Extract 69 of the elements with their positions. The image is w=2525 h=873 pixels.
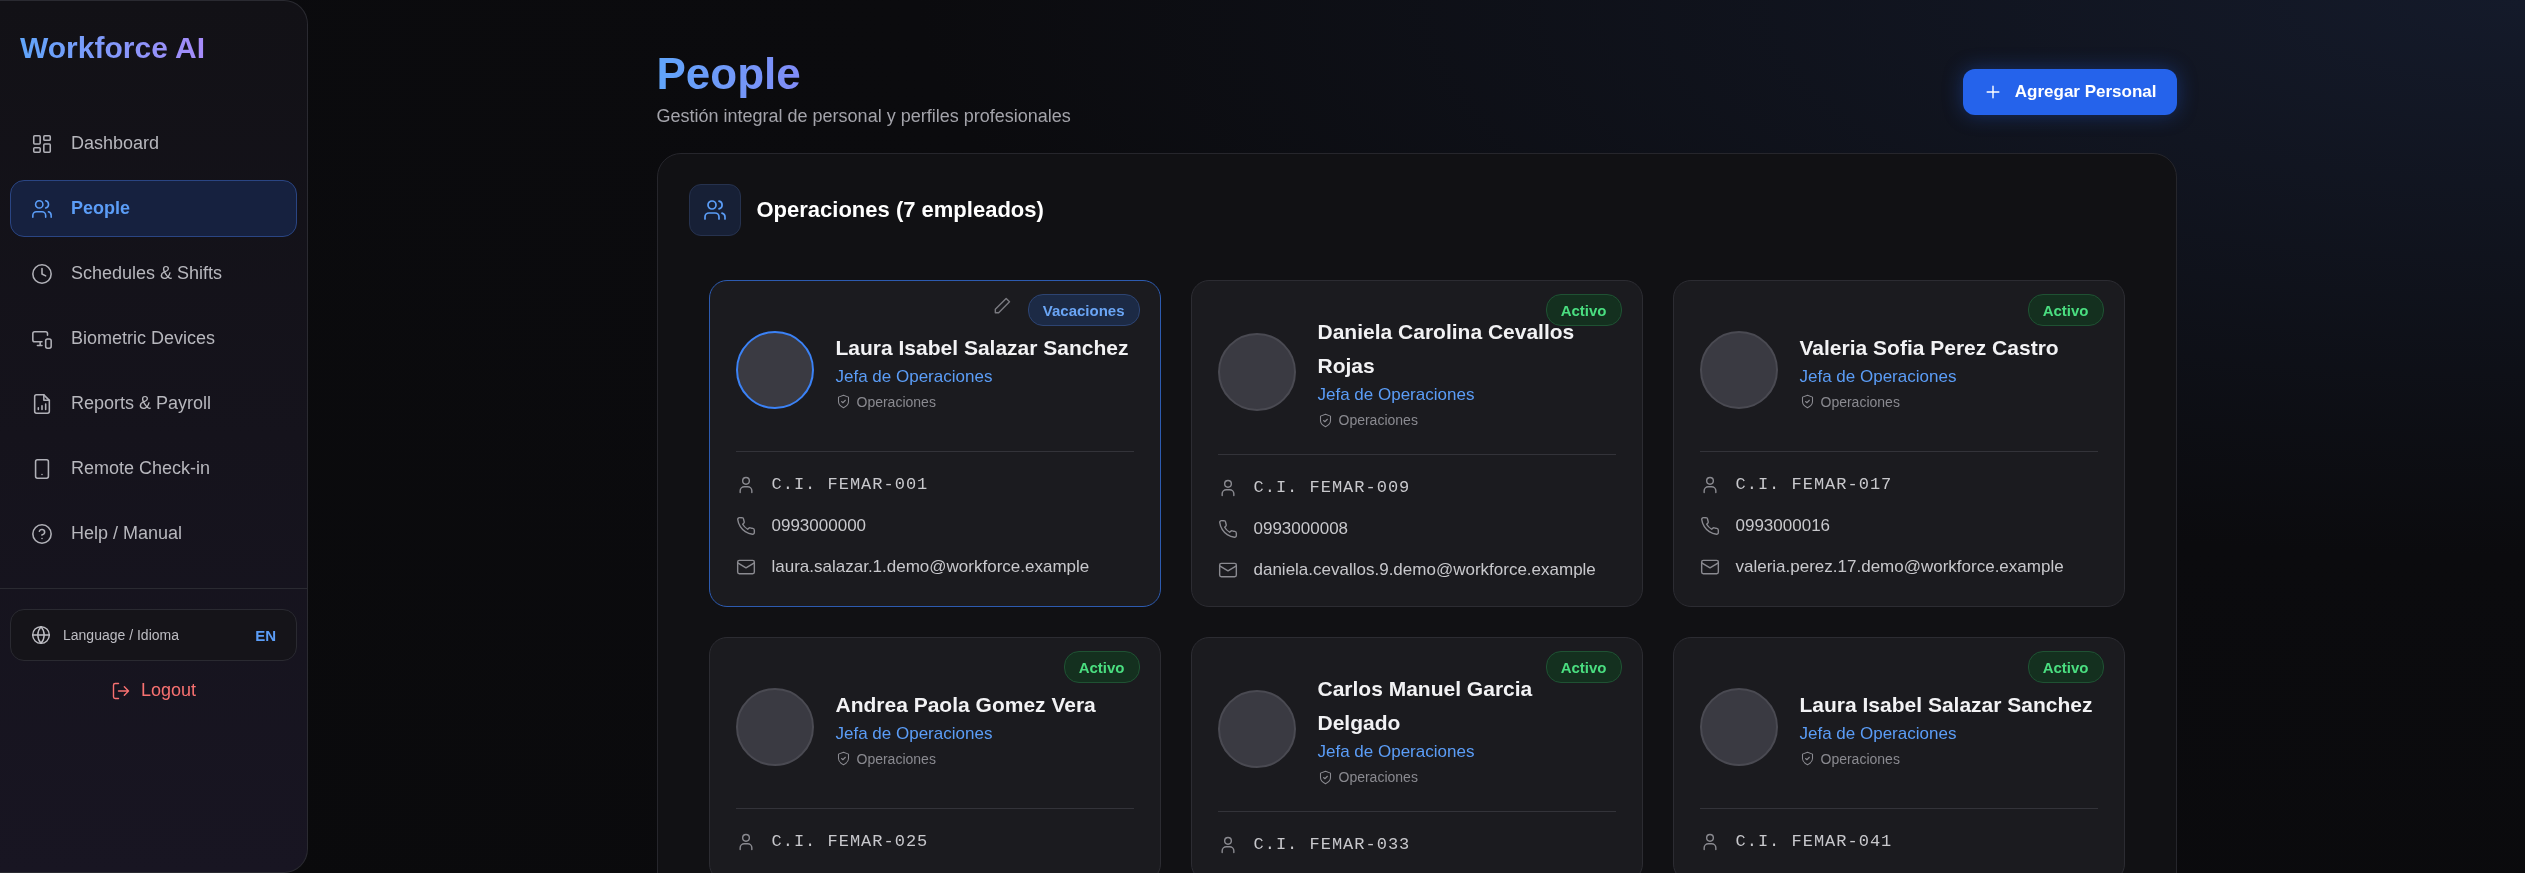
employee-role: Jefa de Operaciones xyxy=(1799,723,1958,744)
phone-number: 0993000016 xyxy=(1735,515,1831,536)
sidebar-item[interactable]: Remote Check-in xyxy=(10,440,297,497)
email-address: valeria.perez.17.demo@workforce.example xyxy=(1735,556,2064,577)
department-label: Operaciones xyxy=(1820,750,1900,767)
status-badge: Vacaciones xyxy=(1027,294,1140,326)
shield-icon xyxy=(835,751,851,766)
employee-name: Laura Isabel Salazar Sanchez xyxy=(1799,691,2093,718)
sidebar-item[interactable]: Help / Manual xyxy=(10,505,297,562)
employee-role: Jefa de Operaciones xyxy=(1317,385,1476,405)
logout-icon xyxy=(110,680,131,701)
id-number: C.I. FEMAR-009 xyxy=(1253,478,1411,497)
globe-icon xyxy=(31,625,51,645)
status-badge: Activo xyxy=(1545,651,1622,683)
employee-card[interactable]: Activo Laura Isabel Salazar Sanchez Jefa de Operaciones Operaciones C.I. FEMAR-041 xyxy=(1672,637,2125,873)
id-number: C.I. FEMAR-025 xyxy=(771,832,929,851)
users-icon xyxy=(702,198,727,222)
employee-role: Jefa de Operaciones xyxy=(835,723,994,744)
shield-icon xyxy=(835,394,851,409)
shield-icon xyxy=(1317,769,1333,785)
status-badge: Activo xyxy=(2027,294,2104,326)
employee-role: Jefa de Operaciones xyxy=(1317,742,1476,762)
department-label: Operaciones xyxy=(856,750,936,767)
employee-role: Jefa de Operaciones xyxy=(1799,366,1958,387)
department-label: Operaciones xyxy=(1820,393,1900,410)
shield-icon xyxy=(1799,751,1815,766)
employee-card[interactable]: Activo Daniela Carolina Cevallos Rojas Jefa de Operaciones Operaciones C.I. FEMAR-009 0993000008 daniela.cevallos.9.demo@workforce.example xyxy=(1190,280,1643,607)
employee-card[interactable]: Activo Valeria Sofia Perez Castro Jefa de Operaciones Operaciones C.I. FEMAR-017 0993000016 valeria.perez.17.demo@workforce.example xyxy=(1672,280,2125,607)
id-number: C.I. FEMAR-041 xyxy=(1735,832,1893,851)
add-staff-button[interactable]: Agregar Personal xyxy=(1962,69,2177,115)
employee-name: Valeria Sofia Perez Castro xyxy=(1799,334,2059,361)
employee-card[interactable]: Vacaciones Laura Isabel Salazar Sanchez Jefa de Operaciones Operaciones C.I. FEMAR-001 0993000000 laura.salazar.1.demo@workforce.example xyxy=(708,280,1161,607)
sidebar-item[interactable]: People xyxy=(10,180,297,237)
phone-number: 0993000008 xyxy=(1253,518,1349,539)
phone-icon xyxy=(1217,518,1238,539)
shield-icon xyxy=(1317,412,1333,428)
sidebar-item[interactable]: Schedules & Shifts xyxy=(10,245,297,302)
users-icon xyxy=(31,197,53,220)
sidebar-item[interactable]: Dashboard xyxy=(10,115,297,172)
employee-card[interactable]: Activo Carlos Manuel Garcia Delgado Jefa de Operaciones Operaciones C.I. FEMAR-033 xyxy=(1190,637,1643,873)
page-subtitle: Gestión integral de personal y perfiles profesionales xyxy=(656,106,1071,127)
sidebar-item[interactable]: Reports & Payroll xyxy=(10,375,297,432)
logout-button[interactable]: Logout xyxy=(104,679,203,702)
employee-name: Carlos Manuel Garcia Delgado xyxy=(1317,676,1534,736)
email-address: laura.salazar.1.demo@workforce.example xyxy=(771,556,1090,577)
email-address: daniela.cevallos.9.demo@workforce.example xyxy=(1253,559,1596,580)
department-label: Operaciones xyxy=(1338,412,1418,428)
report-icon xyxy=(31,392,53,415)
shield-icon xyxy=(1799,394,1815,409)
status-badge: Activo xyxy=(1063,651,1140,683)
employee-name: Andrea Paola Gomez Vera xyxy=(835,691,1096,718)
department-label: Operaciones xyxy=(1338,769,1418,785)
id-number: C.I. FEMAR-001 xyxy=(771,475,929,494)
phone-icon xyxy=(1699,515,1720,536)
language-selector[interactable]: Language / Idioma EN xyxy=(10,609,297,661)
employee-role: Jefa de Operaciones xyxy=(835,366,994,387)
sidebar-item[interactable]: Biometric Devices xyxy=(10,310,297,367)
department-label: Operaciones xyxy=(856,393,936,410)
employee-name: Laura Isabel Salazar Sanchez xyxy=(835,334,1129,361)
phone-icon xyxy=(735,515,756,536)
help-icon xyxy=(31,522,53,545)
section-title: Operaciones (7 empleados) xyxy=(756,197,1044,223)
id-number: C.I. FEMAR-033 xyxy=(1253,835,1411,854)
status-badge: Activo xyxy=(2027,651,2104,683)
employee-card[interactable]: Activo Andrea Paola Gomez Vera Jefa de Operaciones Operaciones C.I. FEMAR-025 xyxy=(708,637,1161,873)
phone-number: 0993000000 xyxy=(771,515,867,536)
dashboard-icon xyxy=(31,132,53,155)
clock-icon xyxy=(31,262,53,285)
id-number: C.I. FEMAR-017 xyxy=(1735,475,1893,494)
